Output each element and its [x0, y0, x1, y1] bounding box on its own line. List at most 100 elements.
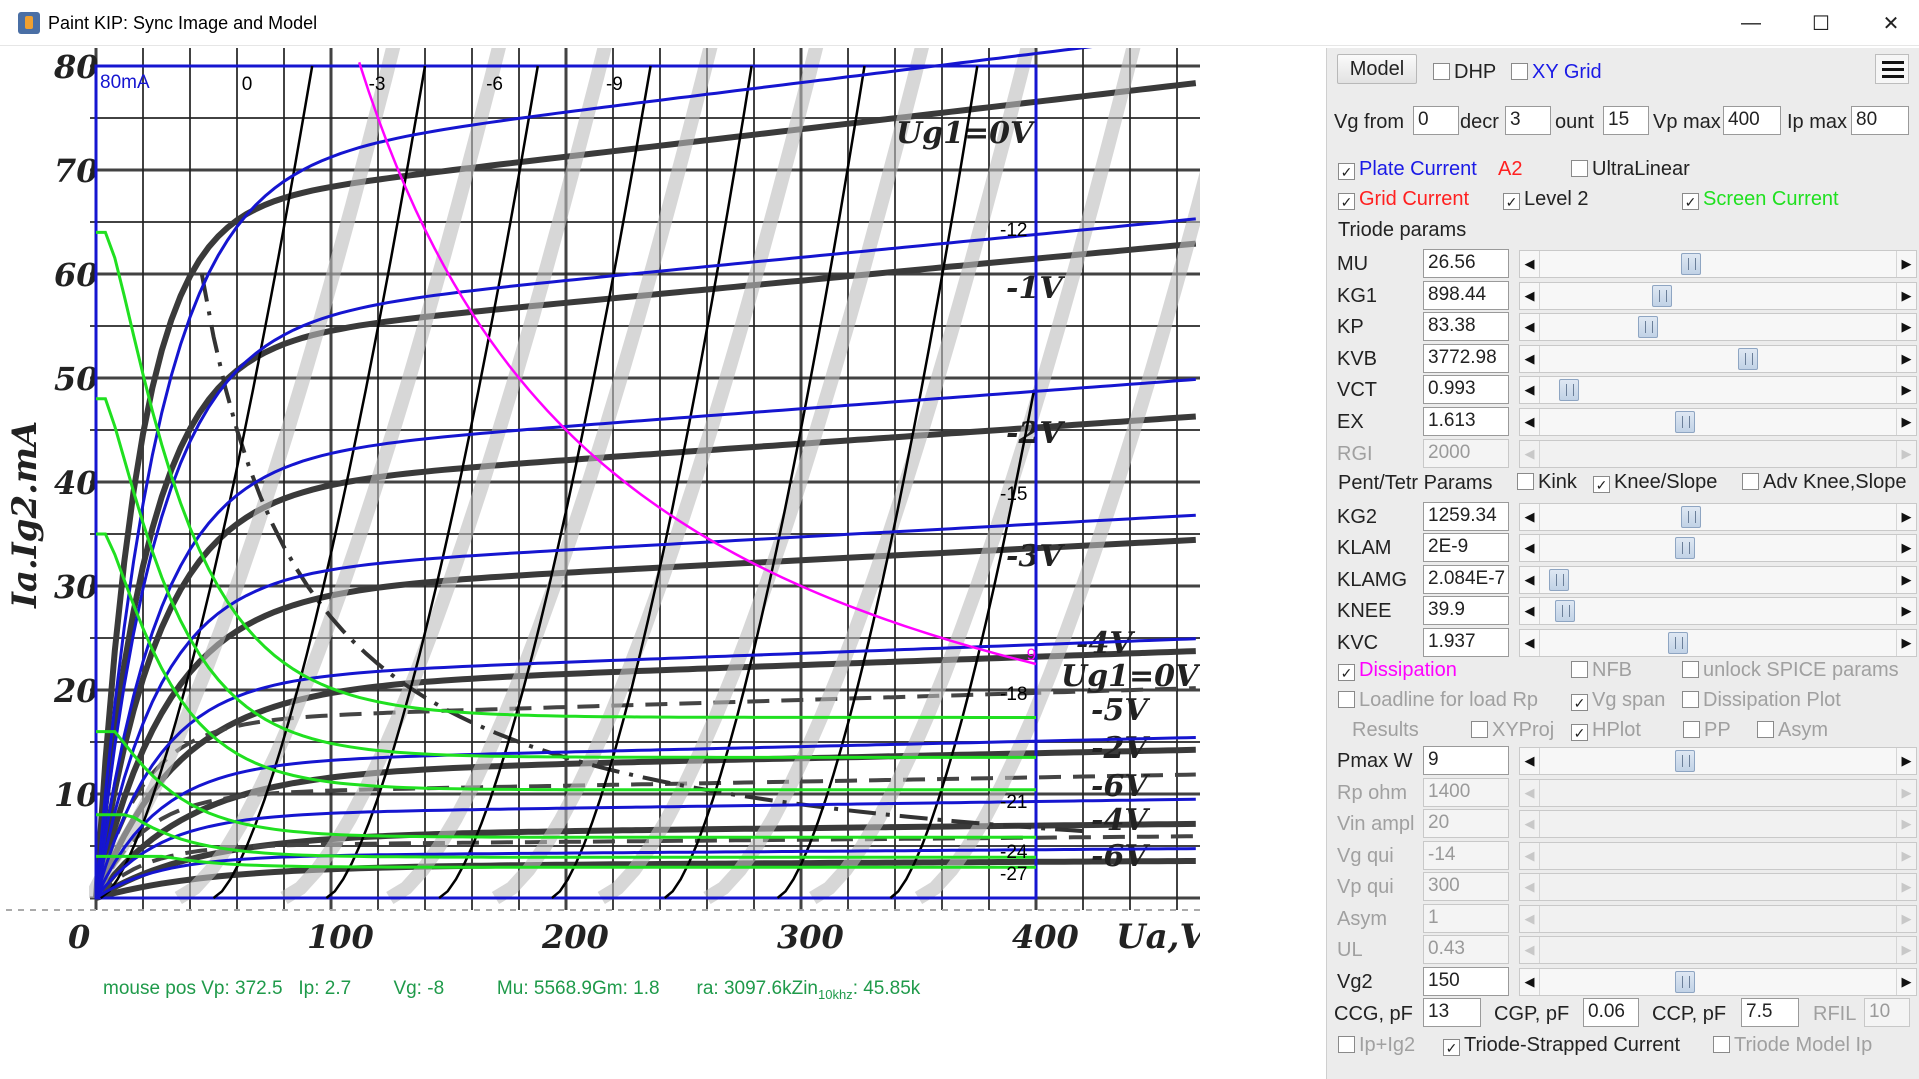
slider-left-arrow-icon[interactable]: ◀	[1520, 968, 1540, 995]
dissipation-plot-checkbox[interactable]: Dissipation Plot	[1682, 689, 1841, 712]
slider-left-arrow-icon[interactable]: ◀	[1520, 535, 1540, 562]
ccg-field[interactable]: 13	[1423, 998, 1481, 1027]
vp-max-field[interactable]: 400	[1723, 106, 1781, 135]
slider-thumb[interactable]	[1681, 253, 1702, 275]
slider-left-arrow-icon[interactable]: ◀	[1520, 811, 1540, 837]
slider-thumb[interactable]	[1638, 316, 1659, 339]
maximize-button[interactable]: ☐	[1786, 0, 1856, 46]
grid-current-checkbox[interactable]: ✓ Grid Current	[1338, 188, 1469, 211]
asym-checkbox[interactable]: Asym	[1757, 719, 1828, 742]
close-button[interactable]: ✕	[1856, 0, 1919, 46]
adv-knee-slope-checkbox[interactable]: Adv Knee,Slope	[1742, 471, 1906, 494]
pent-param-row-slider[interactable]: ◀ ▶	[1519, 534, 1917, 563]
slider-left-arrow-icon[interactable]: ◀	[1520, 905, 1540, 932]
plate-current-checkbox[interactable]: ✓ Plate Current	[1338, 158, 1477, 181]
slider-thumb[interactable]	[1668, 631, 1689, 654]
slider-thumb[interactable]	[1558, 379, 1579, 402]
slider-left-arrow-icon[interactable]: ◀	[1520, 377, 1540, 404]
slider-thumb[interactable]	[1548, 568, 1569, 591]
slider-thumb[interactable]	[1555, 600, 1576, 623]
triode-param-row-field[interactable]: 898.44	[1423, 280, 1509, 310]
ultralinear-checkbox[interactable]: UltraLinear	[1571, 158, 1690, 181]
slider-thumb[interactable]	[1674, 750, 1695, 772]
hplot-checkbox[interactable]: ✓ HPlot	[1571, 719, 1641, 742]
decr-field[interactable]: 3	[1505, 106, 1551, 135]
vg-from-field[interactable]: 0	[1413, 106, 1459, 135]
slider-left-arrow-icon[interactable]: ◀	[1520, 566, 1540, 593]
triode-param-row-field[interactable]: 3772.98	[1423, 343, 1509, 373]
dissipation-checkbox[interactable]: ✓ Dissipation	[1338, 659, 1457, 682]
triode-param-row-slider[interactable]: ◀ ▶	[1519, 313, 1917, 342]
load-param-row-field[interactable]: 150	[1423, 966, 1509, 996]
slider-right-arrow-icon[interactable]: ▶	[1896, 535, 1916, 562]
cgp-field[interactable]: 0.06	[1583, 998, 1639, 1027]
load-param-row-slider[interactable]: ◀ ▶	[1519, 747, 1917, 775]
slider-left-arrow-icon[interactable]: ◀	[1520, 314, 1540, 341]
slider-right-arrow-icon[interactable]: ▶	[1896, 779, 1916, 806]
slider-right-arrow-icon[interactable]: ▶	[1896, 440, 1916, 467]
triode-param-row-field[interactable]: 26.56	[1423, 249, 1509, 278]
slider-left-arrow-icon[interactable]: ◀	[1520, 345, 1540, 372]
slider-left-arrow-icon[interactable]: ◀	[1520, 779, 1540, 806]
slider-left-arrow-icon[interactable]: ◀	[1520, 440, 1540, 467]
pent-param-row-field[interactable]: 1259.34	[1423, 502, 1509, 531]
unlock-spice-checkbox[interactable]: unlock SPICE params	[1682, 659, 1899, 682]
xyproj-checkbox[interactable]: XYProj	[1471, 719, 1554, 742]
slider-thumb[interactable]	[1674, 970, 1695, 993]
slider-right-arrow-icon[interactable]: ▶	[1896, 598, 1916, 625]
pent-param-row-slider[interactable]: ◀ ▶	[1519, 628, 1917, 657]
pent-param-row-slider[interactable]: ◀ ▶	[1519, 503, 1917, 531]
slider-right-arrow-icon[interactable]: ▶	[1896, 504, 1916, 530]
pp-checkbox[interactable]: PP	[1683, 719, 1731, 742]
slider-left-arrow-icon[interactable]: ◀	[1520, 629, 1540, 656]
minimize-button[interactable]: —	[1716, 0, 1786, 46]
slider-left-arrow-icon[interactable]: ◀	[1520, 842, 1540, 869]
slider-left-arrow-icon[interactable]: ◀	[1520, 409, 1540, 435]
slider-thumb[interactable]	[1681, 506, 1702, 528]
vg-span-checkbox[interactable]: ✓ Vg span	[1571, 689, 1665, 712]
slider-right-arrow-icon[interactable]: ▶	[1896, 748, 1916, 774]
slider-right-arrow-icon[interactable]: ▶	[1896, 409, 1916, 435]
slider-thumb[interactable]	[1674, 537, 1695, 560]
triode-param-row-field[interactable]: 83.38	[1423, 312, 1509, 342]
slider-left-arrow-icon[interactable]: ◀	[1520, 251, 1540, 277]
plot-canvas[interactable]: 80 70 60 50 40 30 20 10 0 100 200 300 400 Ua,V Ia.Ig2.…	[6, 48, 1200, 1079]
slider-right-arrow-icon[interactable]: ▶	[1896, 968, 1916, 995]
slider-left-arrow-icon[interactable]: ◀	[1520, 937, 1540, 963]
slider-left-arrow-icon[interactable]: ◀	[1520, 874, 1540, 900]
pent-param-row-field[interactable]: 2E-9	[1423, 533, 1509, 563]
pent-param-row-field[interactable]: 2.084E-7	[1423, 564, 1509, 594]
model-button[interactable]: Model	[1337, 54, 1417, 84]
hamburger-menu-icon[interactable]	[1875, 54, 1909, 84]
pent-param-row-slider[interactable]: ◀ ▶	[1519, 565, 1917, 594]
slider-thumb[interactable]	[1674, 411, 1695, 433]
slider-right-arrow-icon[interactable]: ▶	[1896, 377, 1916, 404]
load-param-row-slider[interactable]: ◀ ▶	[1519, 967, 1917, 996]
slider-right-arrow-icon[interactable]: ▶	[1896, 937, 1916, 963]
slider-left-arrow-icon[interactable]: ◀	[1520, 504, 1540, 530]
triode-param-row-slider[interactable]: ◀ ▶	[1519, 408, 1917, 436]
kink-checkbox[interactable]: Kink	[1517, 471, 1577, 494]
ip-ig2-checkbox[interactable]: Ip+Ig2	[1338, 1034, 1415, 1057]
count-field[interactable]: 15	[1603, 106, 1649, 135]
plot-svg[interactable]: 80706050403020100 100 200 300 400 Ua,VIa.Ig2.…	[6, 48, 1200, 1079]
triode-param-row-slider[interactable]: ◀ ▶	[1519, 376, 1917, 405]
dhp-checkbox[interactable]: DHP	[1433, 61, 1496, 84]
slider-thumb[interactable]	[1737, 347, 1758, 370]
slider-left-arrow-icon[interactable]: ◀	[1520, 282, 1540, 309]
knee-slope-checkbox[interactable]: ✓ Knee/Slope	[1593, 471, 1717, 494]
slider-left-arrow-icon[interactable]: ◀	[1520, 598, 1540, 625]
triode-param-row-field[interactable]: 1.613	[1423, 407, 1509, 436]
triode-param-row-field[interactable]: 0.993	[1423, 375, 1509, 405]
ip-max-field[interactable]: 80	[1851, 106, 1909, 135]
pent-param-row-field[interactable]: 39.9	[1423, 596, 1509, 626]
slider-right-arrow-icon[interactable]: ▶	[1896, 251, 1916, 277]
slider-left-arrow-icon[interactable]: ◀	[1520, 748, 1540, 774]
ccp-field[interactable]: 7.5	[1741, 998, 1799, 1027]
nfb-checkbox[interactable]: NFB	[1571, 659, 1632, 682]
screen-current-checkbox[interactable]: ✓ Screen Current	[1682, 188, 1839, 211]
slider-right-arrow-icon[interactable]: ▶	[1896, 905, 1916, 932]
triode-param-row-slider[interactable]: ◀ ▶	[1519, 250, 1917, 278]
slider-right-arrow-icon[interactable]: ▶	[1896, 314, 1916, 341]
slider-right-arrow-icon[interactable]: ▶	[1896, 842, 1916, 869]
